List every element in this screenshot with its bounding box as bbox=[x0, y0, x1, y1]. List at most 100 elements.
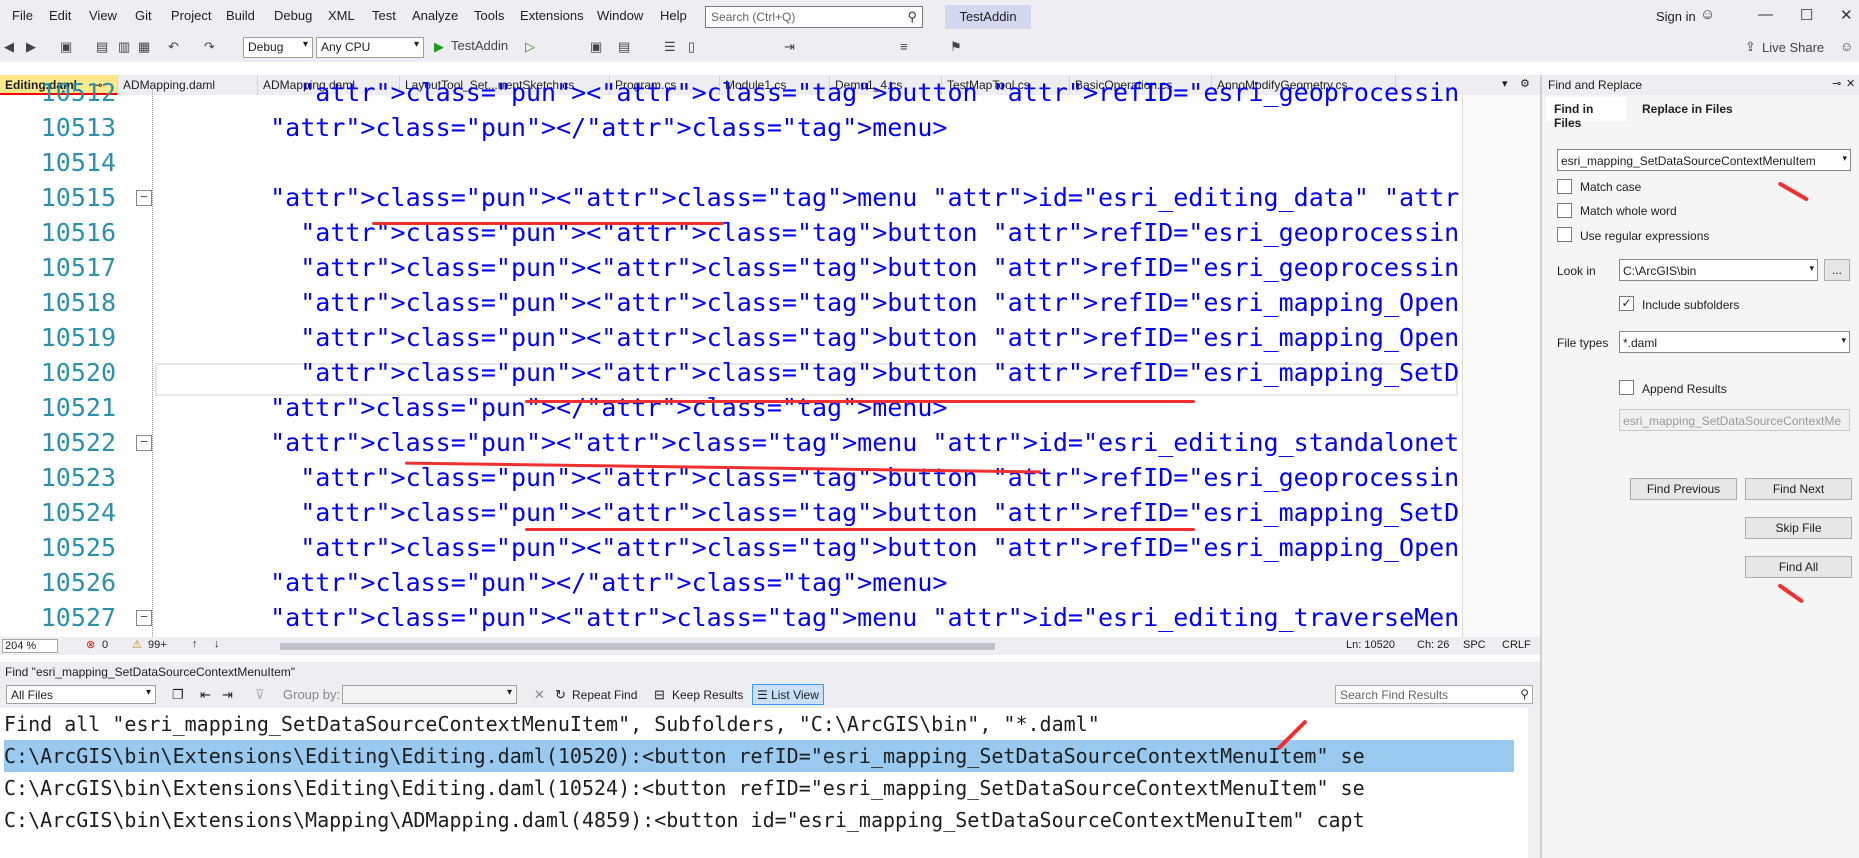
maximize-icon[interactable]: ☐ bbox=[1800, 6, 1813, 24]
sign-in-link[interactable]: Sign in bbox=[1656, 9, 1696, 24]
code-line[interactable]: "attr">class="pun"></"attr">class="tag">… bbox=[240, 110, 1460, 145]
menu-edit[interactable]: Edit bbox=[49, 8, 71, 23]
clear-filter-icon[interactable]: ⊽ bbox=[255, 687, 265, 703]
pin-icon[interactable]: ⊸ bbox=[1832, 77, 1841, 90]
find-all-button[interactable]: Find All bbox=[1745, 556, 1852, 578]
keep-results-button[interactable]: Keep Results bbox=[672, 688, 743, 702]
stop-icon[interactable]: ✕ bbox=[534, 687, 545, 703]
start-icon[interactable]: ▶ bbox=[434, 39, 444, 55]
results-scrollbar[interactable] bbox=[1528, 708, 1540, 858]
previous-issue-icon[interactable]: ↑ bbox=[192, 638, 198, 650]
save-icon[interactable]: ▥ bbox=[118, 39, 130, 55]
code-line[interactable]: "attr">class="pun"><"attr">class="tag">m… bbox=[240, 600, 1460, 635]
feedback-icon[interactable]: ☺ bbox=[1700, 6, 1715, 23]
next-result-icon[interactable]: ⇥ bbox=[222, 687, 233, 703]
bookmark-icon[interactable]: ⚑ bbox=[950, 39, 962, 55]
redo-icon[interactable]: ↷ bbox=[204, 39, 215, 55]
undo-icon[interactable]: ↶ bbox=[168, 39, 179, 55]
save-all-icon[interactable]: ▦ bbox=[138, 39, 150, 55]
menu-extensions[interactable]: Extensions bbox=[520, 8, 584, 23]
code-line[interactable]: "attr">class="pun"></"attr">class="tag">… bbox=[240, 390, 1460, 425]
tab-replace-in-files[interactable]: Replace in Files bbox=[1636, 97, 1739, 121]
previous-result-icon[interactable]: ⇤ bbox=[200, 687, 211, 703]
indent-icon[interactable]: ⇥ bbox=[784, 39, 795, 55]
tab-admapping-daml[interactable]: ADMapping.daml bbox=[118, 75, 258, 95]
include-subfolders-checkbox[interactable]: ✓ bbox=[1619, 296, 1634, 311]
fold-toggle-icon[interactable]: − bbox=[136, 190, 152, 206]
project-name-badge[interactable]: TestAddin bbox=[945, 5, 1031, 29]
menu-test[interactable]: Test bbox=[372, 8, 396, 23]
comment-icon[interactable]: ≡ bbox=[900, 39, 908, 54]
find-previous-button[interactable]: Find Previous bbox=[1630, 478, 1737, 500]
code-line[interactable]: "attr">class="pun"><"attr">class="tag">b… bbox=[240, 495, 1460, 530]
search-find-results-input[interactable]: Search Find Results ⚲ bbox=[1335, 685, 1533, 704]
start-button-label[interactable]: TestAddin bbox=[451, 38, 508, 53]
browse-folder-button[interactable]: ... bbox=[1824, 259, 1850, 281]
start-without-debugging-icon[interactable]: ▷ bbox=[525, 39, 535, 55]
error-icon[interactable]: ⊗ bbox=[86, 638, 95, 651]
horizontal-scrollbar[interactable] bbox=[280, 643, 995, 650]
menu-git[interactable]: Git bbox=[135, 8, 152, 23]
list-icon[interactable]: ☰ bbox=[664, 39, 676, 55]
close-icon[interactable]: ✕ bbox=[1846, 77, 1855, 90]
match-case-checkbox[interactable] bbox=[1557, 179, 1572, 194]
document-icon[interactable]: ▯ bbox=[688, 39, 695, 55]
skip-file-button[interactable]: Skip File bbox=[1745, 517, 1852, 539]
append-results-checkbox[interactable] bbox=[1619, 380, 1634, 395]
line-ending-indicator[interactable]: CRLF bbox=[1502, 639, 1531, 651]
fold-toggle-icon[interactable]: − bbox=[136, 435, 152, 451]
next-issue-icon[interactable]: ↓ bbox=[214, 638, 220, 650]
regex-checkbox[interactable] bbox=[1557, 227, 1572, 242]
menu-window[interactable]: Window bbox=[597, 8, 643, 23]
code-line[interactable]: "attr">class="pun"><"attr">class="tag">m… bbox=[240, 180, 1460, 215]
forward-icon[interactable]: ▶ bbox=[26, 39, 36, 55]
warning-icon[interactable]: ⚠ bbox=[132, 638, 142, 651]
back-icon[interactable]: ◀ bbox=[4, 39, 14, 55]
platform-dropdown[interactable]: Any CPU ▾ bbox=[316, 37, 424, 58]
code-line[interactable]: "attr">class="pun"><"attr">class="tag">b… bbox=[240, 250, 1460, 285]
menu-tools[interactable]: Tools bbox=[474, 8, 504, 23]
live-share-icon[interactable]: ⇪ bbox=[1745, 39, 1756, 55]
code-line[interactable]: "attr">class="pun"><"attr">class="tag">b… bbox=[240, 530, 1460, 565]
open-file-icon[interactable]: ▤ bbox=[96, 39, 108, 55]
menu-build[interactable]: Build bbox=[226, 8, 255, 23]
close-icon[interactable]: ✕ bbox=[1840, 6, 1853, 24]
match-whole-word-checkbox[interactable] bbox=[1557, 203, 1572, 218]
configuration-dropdown[interactable]: Debug ▾ bbox=[243, 37, 313, 58]
result-line[interactable]: C:\ArcGIS\bin\Extensions\Editing\Editing… bbox=[4, 772, 1514, 804]
copy-icon[interactable]: ❐ bbox=[172, 687, 184, 703]
look-in-dropdown[interactable]: C:\ArcGIS\bin ▾ bbox=[1619, 259, 1818, 281]
list-view-toggle[interactable]: ☰ List View bbox=[752, 684, 824, 705]
find-next-button[interactable]: Find Next bbox=[1745, 478, 1852, 500]
tab-overflow-icon[interactable]: ▾ bbox=[1502, 77, 1508, 90]
result-line[interactable]: C:\ArcGIS\bin\Extensions\Mapping\ADMappi… bbox=[4, 804, 1514, 836]
code-line[interactable]: "attr">class="pun"><"attr">class="tag">b… bbox=[240, 285, 1460, 320]
code-line[interactable]: "attr">class="pun"><"attr">class="tag">m… bbox=[240, 425, 1460, 460]
menu-analyze[interactable]: Analyze bbox=[412, 8, 458, 23]
code-line[interactable]: "attr">class="pun"><"attr">class="tag">b… bbox=[240, 460, 1460, 495]
code-line[interactable]: "attr">class="pun"><"attr">class="tag">b… bbox=[240, 75, 1460, 110]
minimap-scrollbar[interactable] bbox=[1462, 95, 1540, 637]
find-what-input[interactable]: esri_mapping_SetDataSourceContextMenuIte… bbox=[1557, 149, 1851, 171]
menu-help[interactable]: Help bbox=[660, 8, 687, 23]
new-item-icon[interactable]: ▣ bbox=[60, 39, 72, 55]
settings-icon[interactable]: ⚙ bbox=[1520, 77, 1530, 90]
repeat-find-icon[interactable]: ↻ bbox=[555, 687, 566, 703]
search-input[interactable]: Search (Ctrl+Q) ⚲ bbox=[705, 6, 923, 28]
file-types-dropdown[interactable]: *.daml ▾ bbox=[1619, 331, 1850, 353]
group-by-dropdown[interactable]: ▾ bbox=[342, 685, 517, 704]
menu-project[interactable]: Project bbox=[171, 8, 211, 23]
zoom-dropdown[interactable]: 204 % bbox=[2, 639, 58, 653]
code-line[interactable]: "attr">class="pun"><"attr">class="tag">b… bbox=[240, 215, 1460, 250]
code-line[interactable]: "attr">class="pun"><"attr">class="tag">b… bbox=[240, 320, 1460, 355]
whitespace-indicator[interactable]: SPC bbox=[1463, 639, 1486, 651]
minimize-icon[interactable]: — bbox=[1758, 6, 1773, 23]
menu-xml[interactable]: XML bbox=[328, 8, 355, 23]
repeat-find-button[interactable]: Repeat Find bbox=[572, 688, 637, 702]
feedback-person-icon[interactable]: ☺ bbox=[1840, 39, 1853, 54]
scope-dropdown[interactable]: All Files ▾ bbox=[6, 685, 156, 704]
layout-icon[interactable]: ▤ bbox=[618, 39, 630, 55]
result-line[interactable]: C:\ArcGIS\bin\Extensions\Editing\Editing… bbox=[4, 740, 1514, 772]
menu-view[interactable]: View bbox=[89, 8, 117, 23]
tab-find-in-files[interactable]: Find in Files bbox=[1546, 97, 1626, 130]
